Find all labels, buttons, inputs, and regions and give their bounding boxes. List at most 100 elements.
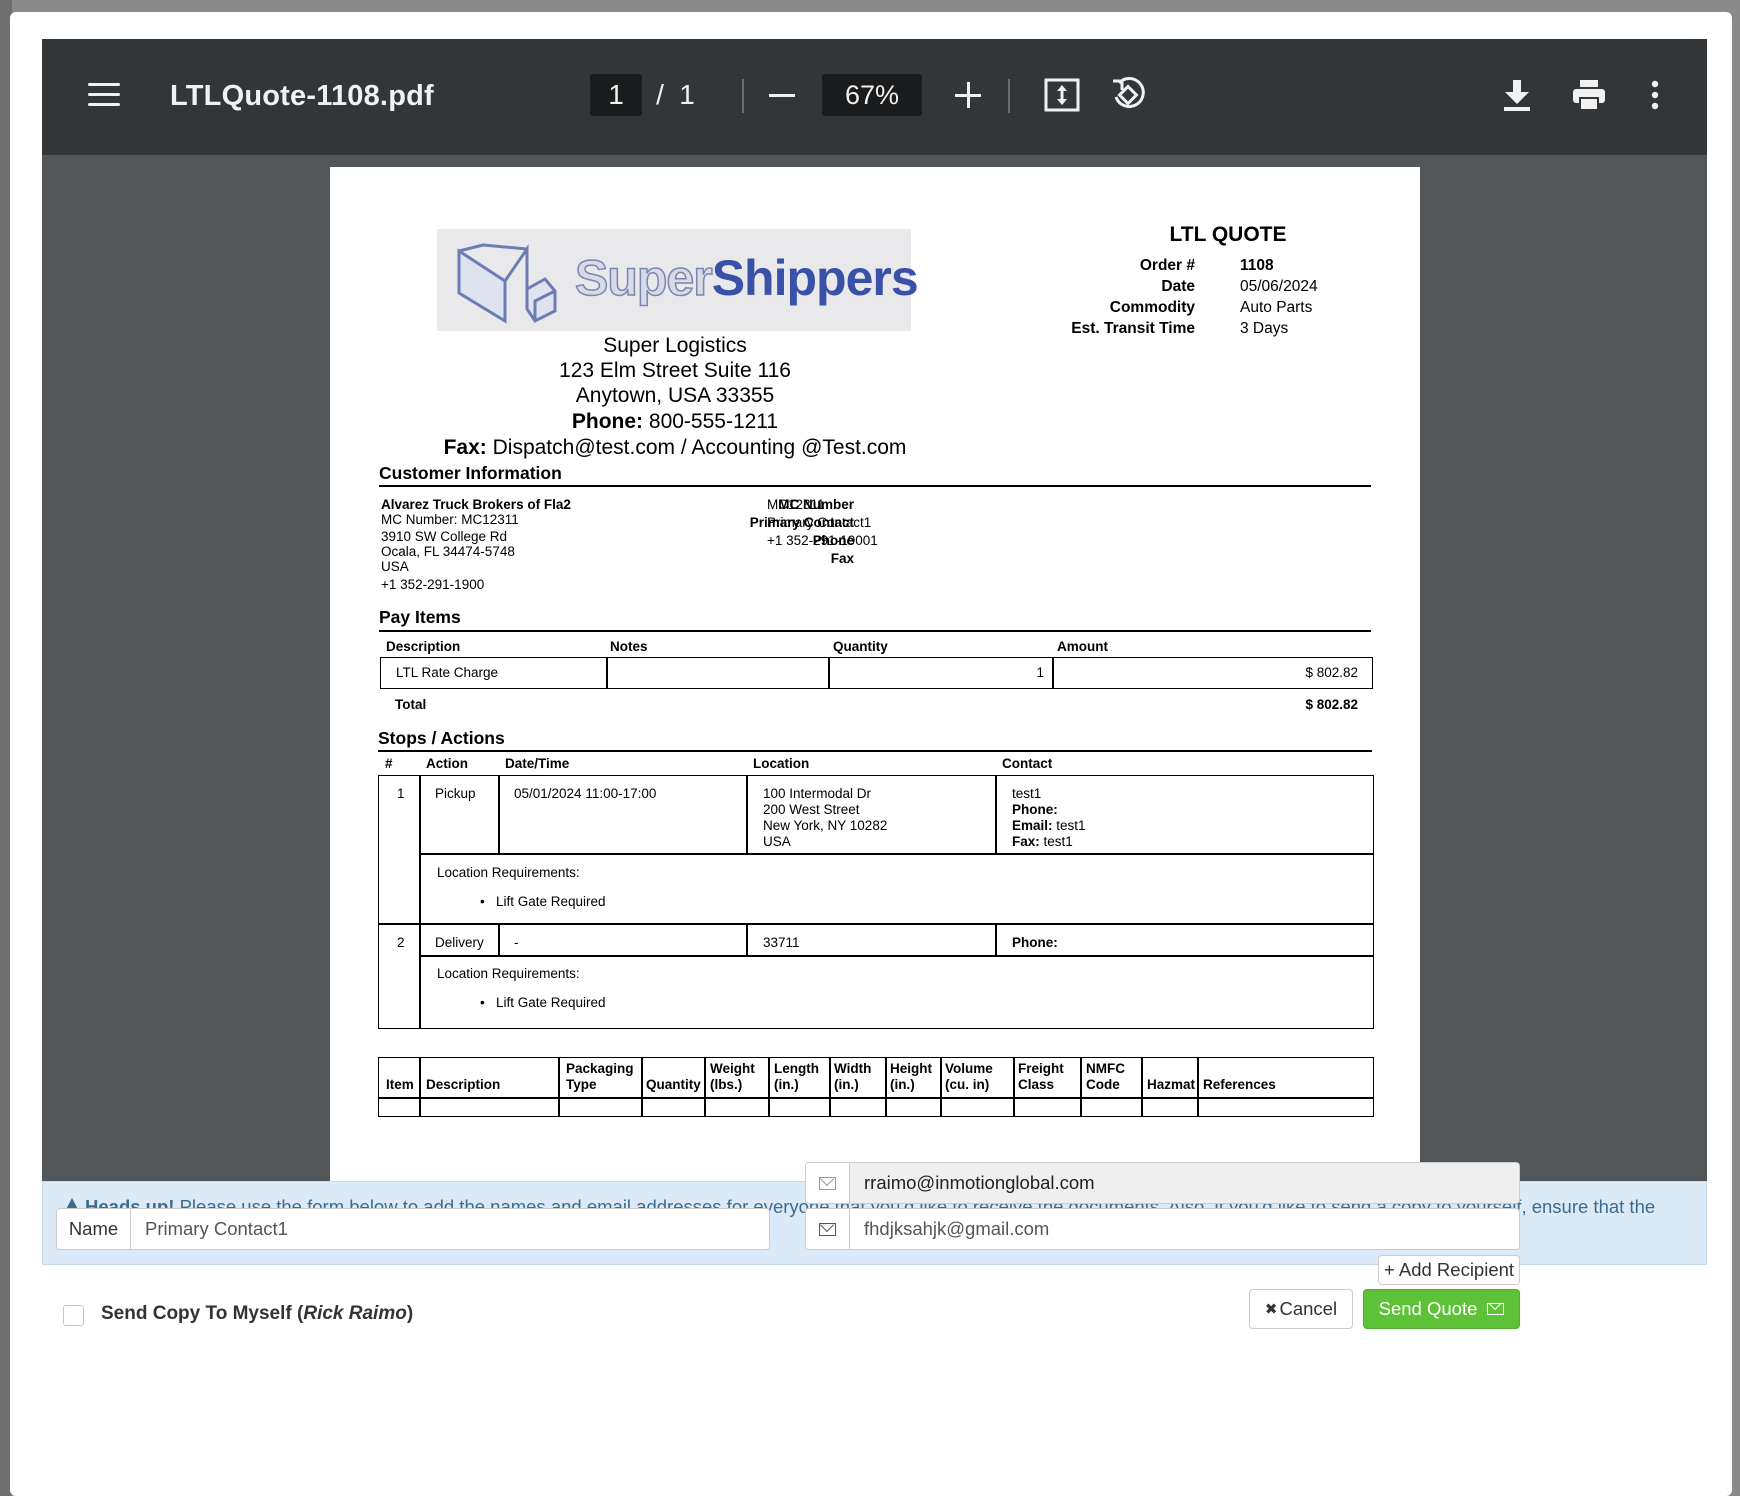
pdf-viewer: LTLQuote-1108.pdf 1 / 1 67% SuperShipper… <box>42 39 1707 1181</box>
stop2-location: 33711 <box>763 935 800 950</box>
items-col-weight: Weight (lbs.) <box>710 1061 755 1092</box>
cancel-button[interactable]: ✖ Cancel <box>1249 1289 1353 1329</box>
fit-page-icon[interactable] <box>1042 75 1082 115</box>
stop1-contact-name: test1 <box>1012 786 1042 801</box>
pdf-toolbar: LTLQuote-1108.pdf 1 / 1 67% <box>42 39 1707 155</box>
items-col-description: Description <box>426 1077 501 1092</box>
items-col-freight-class: Freight Class <box>1018 1061 1064 1092</box>
phone-label: Phone: <box>571 410 644 433</box>
transit-label: Est. Transit Time <box>1071 320 1195 337</box>
more-options-icon[interactable] <box>1640 75 1670 115</box>
items-col-packaging: Packaging Type <box>566 1061 634 1092</box>
pay-item-quantity: 1 <box>1036 665 1044 680</box>
zoom-level-input[interactable]: 67% <box>822 74 922 116</box>
mc-value: MC12311 <box>767 497 825 512</box>
cust-fax-label: Fax <box>830 551 854 566</box>
customer-info-title: Customer Information <box>379 463 562 483</box>
pay-item-row <box>380 657 1373 689</box>
quote-date: 05/06/2024 <box>1240 278 1318 295</box>
pdf-page: SuperShippers Super Logistics 123 Elm St… <box>330 167 1420 1181</box>
recipient-name-field[interactable]: Name Primary Contact1 <box>56 1208 770 1250</box>
page-total: 1 <box>679 79 695 110</box>
envelope-icon <box>806 1209 850 1249</box>
stop2-action: Delivery <box>435 935 484 950</box>
company-phone: 800-555-1211 <box>648 410 779 433</box>
items-col-length: Length (in.) <box>774 1061 819 1092</box>
rotate-icon[interactable] <box>1106 73 1150 117</box>
page-separator: / <box>656 79 664 110</box>
document-title: LTLQuote-1108.pdf <box>170 79 434 112</box>
stop2-requirements-label: Location Requirements: <box>437 966 580 981</box>
pay-item-amount: $ 802.82 <box>1305 665 1358 680</box>
divider <box>379 485 1371 487</box>
recipient-email-input[interactable]: fhdjksahjk@gmail.com <box>850 1209 1519 1249</box>
company-logo: SuperShippers <box>437 229 919 331</box>
total-label: Total <box>395 697 427 712</box>
col-datetime: Date/Time <box>505 756 570 771</box>
customer-mc: MC Number: MC12311 <box>381 512 519 527</box>
download-icon[interactable] <box>1497 75 1537 115</box>
zoom-out-icon[interactable] <box>762 75 802 115</box>
contact-value: Primary Contact1 <box>767 515 872 530</box>
company-address1: 123 Elm Street Suite 116 <box>559 359 791 382</box>
divider <box>378 750 1372 752</box>
col-location: Location <box>753 756 810 771</box>
self-email-value: rraimo@inmotionglobal.com <box>850 1163 1519 1203</box>
stop2-datetime: - <box>514 935 519 950</box>
toolbar-divider <box>1008 79 1010 113</box>
stop2-requirement-item: • Lift Gate Required <box>480 995 606 1010</box>
name-addon: Name <box>57 1209 131 1249</box>
stop1-location-line4: USA <box>763 834 791 849</box>
stops-title: Stops / Actions <box>378 728 505 748</box>
user-name: Rick Raimo <box>303 1303 407 1324</box>
items-col-volume: Volume (cu. in) <box>945 1061 993 1092</box>
stop1-requirement-item: • Lift Gate Required <box>480 894 606 909</box>
toolbar-divider <box>742 79 744 113</box>
send-copy-checkbox[interactable] <box>63 1305 84 1326</box>
items-col-quantity: Quantity <box>646 1077 701 1092</box>
col-action: Action <box>426 756 468 771</box>
col-notes: Notes <box>610 639 648 654</box>
zoom-in-icon[interactable] <box>948 75 988 115</box>
send-copy-label[interactable]: Send Copy To Myself (Rick Raimo) <box>101 1303 413 1325</box>
pay-items-title: Pay Items <box>379 607 461 627</box>
close-icon: ✖ <box>1264 1301 1278 1318</box>
col-amount: Amount <box>1057 639 1108 654</box>
order-number: 1108 <box>1240 257 1274 274</box>
cust-phone-value: +1 352-291-19001 <box>767 533 878 548</box>
recipient-name-input[interactable]: Primary Contact1 <box>131 1209 769 1249</box>
add-recipient-button[interactable]: + Add Recipient <box>1378 1255 1520 1285</box>
recipient-email-field[interactable]: fhdjksahjk@gmail.com <box>805 1208 1520 1250</box>
customer-phone: +1 352-291-1900 <box>381 577 485 592</box>
items-col-nmfc: NMFC Code <box>1086 1061 1125 1092</box>
stop1-fax-label: Fax: <box>1012 834 1040 849</box>
divider <box>379 630 1371 632</box>
col-contact: Contact <box>1002 756 1053 771</box>
customer-street: 3910 SW College Rd <box>381 529 508 544</box>
commodity: Auto Parts <box>1240 299 1313 316</box>
stop2-phone-label: Phone: <box>1012 935 1058 950</box>
menu-icon[interactable] <box>82 75 122 115</box>
customer-city: Ocala, FL 34474-5748 <box>381 544 515 559</box>
company-fax: Dispatch@test.com / Accounting @Test.com <box>492 436 907 459</box>
col-num: # <box>385 756 393 771</box>
company-name: Super Logistics <box>603 334 747 357</box>
company-address2: Anytown, USA 33355 <box>575 384 775 407</box>
logo-wordmark: SuperShippers <box>574 249 918 307</box>
col-quantity: Quantity <box>833 639 888 654</box>
page-number-input[interactable]: 1 <box>590 74 642 116</box>
date-label: Date <box>1161 278 1195 295</box>
envelope-icon <box>806 1163 850 1203</box>
col-description: Description <box>386 639 461 654</box>
total-value: $ 802.82 <box>1305 697 1358 712</box>
stop1-email-label: Email: <box>1012 818 1053 833</box>
fax-label: Fax: <box>443 436 487 459</box>
order-label: Order # <box>1139 257 1195 274</box>
customer-name: Alvarez Truck Brokers of Fla2 <box>381 497 571 512</box>
envelope-icon <box>1487 1303 1505 1315</box>
print-icon[interactable] <box>1568 75 1610 115</box>
items-col-references: References <box>1203 1077 1276 1092</box>
send-quote-button[interactable]: Send Quote <box>1363 1289 1520 1329</box>
stop1-phone-label: Phone: <box>1012 802 1058 817</box>
stop1-location-line2: 200 West Street <box>763 802 860 817</box>
